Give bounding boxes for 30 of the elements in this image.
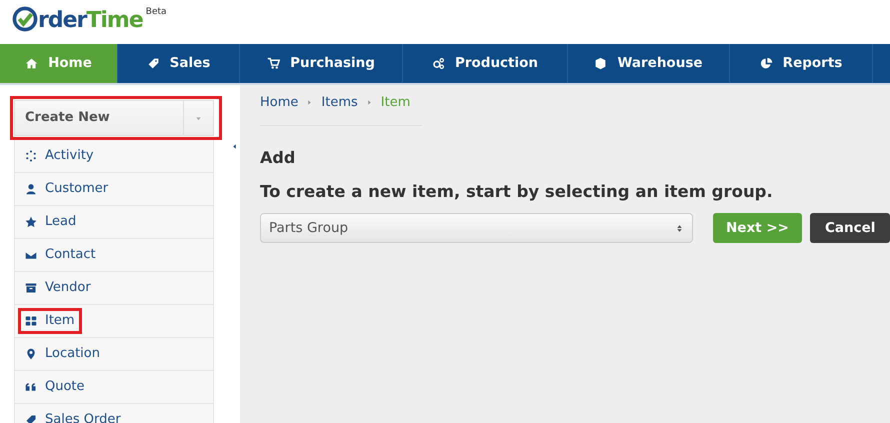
create-new-dropdown[interactable]: Create New	[14, 100, 214, 136]
item-highlight-frame: Location	[18, 341, 107, 367]
create-menu-item[interactable]: Customer	[14, 173, 214, 206]
item-highlight-frame: Customer	[18, 176, 116, 202]
create-menu-item[interactable]: Contact	[14, 239, 214, 272]
item-highlight-frame: Contact	[18, 242, 103, 268]
logo-text: rderTime	[38, 7, 143, 35]
nav-tab[interactable]: Reports	[730, 44, 873, 83]
item-highlight-frame: Quote	[18, 374, 92, 400]
nav-tab[interactable]: Purchasing	[240, 44, 403, 83]
item-highlight-frame: Vendor	[18, 275, 98, 301]
item-group-select[interactable]: Parts Group	[260, 213, 693, 244]
beta-label: Beta	[146, 6, 167, 18]
create-menu-item[interactable]: Location	[14, 338, 214, 371]
item-highlight-frame: Lead	[18, 209, 84, 235]
nav-tab[interactable]: Warehouse	[568, 44, 730, 83]
nav-tab[interactable]: Production	[403, 44, 568, 83]
create-menu-item[interactable]: Quote	[14, 371, 214, 404]
instruction-text: To create a new item, start by selecting an item group.	[260, 180, 774, 203]
create-menu-item[interactable]: Vendor	[14, 272, 214, 305]
breadcrumb-link[interactable]: Home	[260, 93, 298, 112]
create-menu-item[interactable]: Lead	[14, 206, 214, 239]
item-highlight-frame: Activity	[18, 143, 101, 169]
item-highlight-frame: Item	[18, 308, 82, 334]
breadcrumb-link[interactable]: Items	[321, 93, 358, 112]
cancel-button[interactable]: Cancel	[810, 213, 890, 244]
page-heading: Add	[260, 146, 296, 168]
create-menu-item[interactable]: Item	[14, 305, 214, 338]
create-menu-item[interactable]: Activity	[14, 140, 214, 173]
nav-tab[interactable]: Sales	[118, 44, 240, 83]
